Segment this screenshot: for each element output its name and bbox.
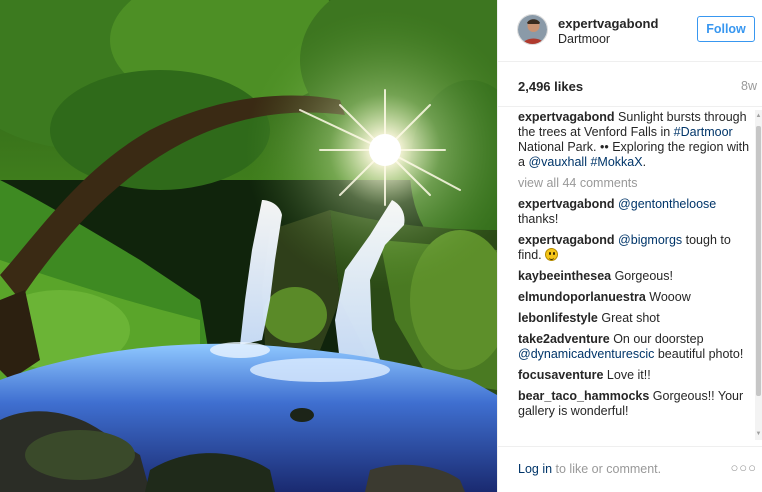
comment-username[interactable]: expertvagabond <box>518 197 615 211</box>
instagram-post: expertvagabond Dartmoor Follow 2,496 lik… <box>0 0 762 492</box>
comment-item: kaybeeinthesea Gorgeous! <box>518 269 750 284</box>
comment-item: expertvagabond @gentontheloose thanks! <box>518 197 750 227</box>
scroll-thumb[interactable] <box>756 126 761 396</box>
comment-item: lebonlifestyle Great shot <box>518 311 750 326</box>
post-sidebar: expertvagabond Dartmoor Follow 2,496 lik… <box>497 0 762 492</box>
comment-mention[interactable]: @bigmorgs <box>618 233 682 247</box>
caption-username[interactable]: expertvagabond <box>518 110 615 124</box>
scroll-up-arrow-icon[interactable]: ▲ <box>755 112 762 120</box>
view-all-comments-link[interactable]: view all 44 comments <box>518 176 750 191</box>
follow-button[interactable]: Follow <box>697 16 755 42</box>
comment-text: Wooow <box>645 290 691 304</box>
header-username-link[interactable]: expertvagabond <box>558 16 658 31</box>
post-stats: 2,496 likes 8w <box>498 62 762 107</box>
comment-username[interactable]: take2adventure <box>518 332 610 346</box>
likes-count[interactable]: 2,496 likes <box>518 79 583 94</box>
location-link[interactable]: Dartmoor <box>558 31 658 48</box>
login-link[interactable]: Log in <box>518 462 552 476</box>
post-time[interactable]: 8w <box>741 79 757 93</box>
comment-text: thanks! <box>518 212 559 226</box>
comments-scrollbar[interactable]: ▲ ▼ <box>755 110 762 440</box>
scroll-down-arrow-icon[interactable]: ▼ <box>755 430 762 438</box>
avatar-image <box>518 15 547 44</box>
login-prompt-text: to like or comment. <box>552 462 662 476</box>
waterfall-photo <box>0 0 497 492</box>
comments-list: expertvagabond Sunlight bursts through t… <box>518 110 750 440</box>
comment-username[interactable]: bear_taco_hammocks <box>518 389 649 403</box>
post-footer: Log in to like or comment. ○○○ <box>498 446 762 492</box>
comment-text: Gorgeous! <box>611 269 673 283</box>
comment-mention[interactable]: @dynamicadventurescic <box>518 347 654 361</box>
comment-username[interactable]: focusaventure <box>518 368 603 382</box>
post-photo[interactable] <box>0 0 497 492</box>
comment-item: take2adventure On our doorstep @dynamica… <box>518 332 750 362</box>
comment-mention[interactable]: @gentontheloose <box>618 197 716 211</box>
user-block: expertvagabond Dartmoor <box>558 16 658 48</box>
post-header: expertvagabond Dartmoor Follow <box>498 0 762 62</box>
comment-username[interactable]: elmundoporlanuestra <box>518 290 646 304</box>
hashtag-dartmoor[interactable]: #Dartmoor <box>674 125 733 139</box>
hashtag-mokkax[interactable]: #MokkaX <box>590 155 642 169</box>
comment-text: Great shot <box>597 311 660 325</box>
comment-username[interactable]: expertvagabond <box>518 233 615 247</box>
comment-username[interactable]: lebonlifestyle <box>518 311 598 325</box>
comment-item: focusaventure Love it!! <box>518 368 750 383</box>
comment-username[interactable]: kaybeeinthesea <box>518 269 611 283</box>
login-prompt: Log in to like or comment. <box>518 462 661 476</box>
comment-text: On our doorstep <box>609 332 704 346</box>
comment-item: bear_taco_hammocks Gorgeous!! Your galle… <box>518 389 750 419</box>
comment-item: expertvagabond @bigmorgs tough to find. <box>518 233 750 263</box>
caption-text-4: . <box>642 155 647 169</box>
mention-vauxhall[interactable]: @vauxhall <box>528 155 587 169</box>
avatar[interactable] <box>517 14 548 45</box>
more-options-icon[interactable]: ○○○ <box>730 460 757 475</box>
comment-text-after: beautiful photo! <box>654 347 744 361</box>
comment-item: elmundoporlanuestra Wooow <box>518 290 750 305</box>
post-caption: expertvagabond Sunlight bursts through t… <box>518 110 750 170</box>
smiling-face-emoji-icon <box>545 248 559 261</box>
comment-text: Love it!! <box>603 368 651 382</box>
